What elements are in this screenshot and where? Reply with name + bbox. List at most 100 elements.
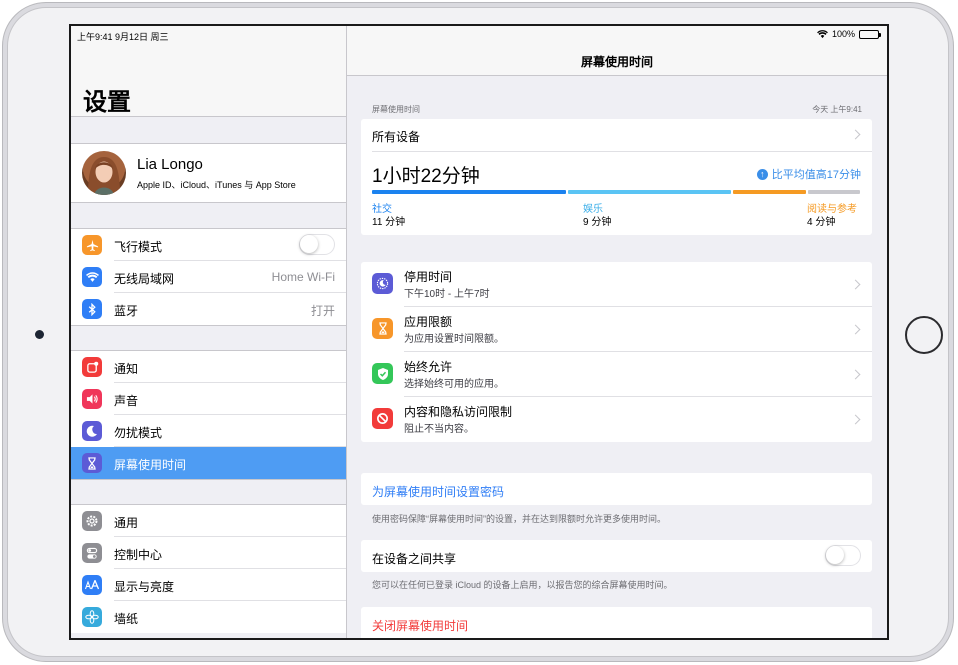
sidebar-group-notifications: 通知 声音 勿扰模式 屏幕使用时间 xyxy=(71,350,346,480)
switches-icon xyxy=(82,543,102,563)
sidebar-item-notifications[interactable]: 通知 xyxy=(71,351,346,383)
option-content-privacy[interactable]: 内容和隐私访问限制 阻止不当内容。 xyxy=(361,397,872,442)
turn-off-screen-time-button[interactable]: 关闭屏幕使用时间 xyxy=(372,617,468,634)
avatar xyxy=(82,151,126,195)
usage-bar-entertainment xyxy=(568,190,731,194)
prohibited-icon xyxy=(372,408,393,429)
usage-bar-other xyxy=(808,190,860,194)
notifications-icon xyxy=(82,357,102,377)
option-title: 内容和隐私访问限制 xyxy=(404,405,513,419)
sidebar-item-sounds[interactable]: 声音 xyxy=(71,383,346,415)
battery-percent: 100% xyxy=(831,29,855,39)
passcode-footer: 使用密码保障“屏幕使用时间”的设置，并在达到限额时允许更多使用时间。 xyxy=(372,514,666,524)
category-time-reading: 4 分钟 xyxy=(807,217,836,228)
downtime-icon xyxy=(372,273,393,294)
divider xyxy=(71,116,346,117)
option-subtitle: 选择始终可用的应用。 xyxy=(404,379,504,390)
chevron-right-icon xyxy=(850,129,861,140)
sidebar-item-display-brightness[interactable]: 显示与亮度 xyxy=(71,569,346,601)
usage-bar-social xyxy=(372,190,566,194)
section-timestamp: 今天 上午9:41 xyxy=(812,105,862,114)
option-title: 停用时间 xyxy=(404,270,453,284)
sidebar-item-wifi[interactable]: 无线局域网 Home Wi-Fi xyxy=(71,261,346,293)
all-devices-label: 所有设备 xyxy=(372,130,421,144)
sidebar-item-label: 屏幕使用时间 xyxy=(114,458,187,472)
screen-time-options: 停用时间 下午10时 - 上午7时 应用限额 为应用设置时间限额。 始终允许 选… xyxy=(361,262,872,442)
sidebar-item-do-not-disturb[interactable]: 勿扰模式 xyxy=(71,415,346,447)
flower-icon xyxy=(82,607,102,627)
option-subtitle: 下午10时 - 上午7时 xyxy=(404,289,490,300)
all-devices-row[interactable]: 所有设备 xyxy=(361,119,872,151)
set-passcode-link[interactable]: 为屏幕使用时间设置密码 xyxy=(372,483,504,500)
share-across-devices-cell: 在设备之间共享 xyxy=(361,540,872,572)
wifi-status-icon xyxy=(817,29,828,38)
option-app-limits[interactable]: 应用限额 为应用设置时间限额。 xyxy=(361,307,872,352)
battery-icon xyxy=(859,29,881,39)
sidebar-item-screen-time[interactable]: 屏幕使用时间 xyxy=(71,447,346,479)
sidebar-item-label: 声音 xyxy=(114,394,139,408)
usage-bar-reading xyxy=(733,190,806,194)
passcode-cell[interactable]: 为屏幕使用时间设置密码 xyxy=(361,473,872,505)
chevron-right-icon xyxy=(850,414,861,425)
hourglass-icon xyxy=(82,453,102,473)
average-comparison-text: 比平均值高17分钟 xyxy=(771,169,861,181)
option-downtime[interactable]: 停用时间 下午10时 - 上午7时 xyxy=(361,262,872,307)
sidebar-item-label: 蓝牙 xyxy=(114,304,139,318)
total-usage-time: 1小时22分钟 xyxy=(372,166,480,187)
option-title: 始终允许 xyxy=(404,360,453,374)
option-subtitle: 为应用设置时间限额。 xyxy=(404,334,504,345)
wifi-network-value: Home Wi-Fi xyxy=(271,270,335,284)
sidebar-item-airplane-mode[interactable]: 飞行模式 xyxy=(71,229,346,261)
profile-name: Lia Longo xyxy=(137,156,203,173)
apple-id-profile[interactable]: Lia Longo Apple ID、iCloud、iTunes 与 App S… xyxy=(71,143,346,203)
home-button[interactable] xyxy=(905,316,943,354)
airplane-mode-toggle[interactable] xyxy=(299,234,335,255)
speaker-icon xyxy=(82,389,102,409)
chevron-right-icon xyxy=(850,324,861,335)
wifi-icon xyxy=(82,267,102,287)
category-time-social: 11 分钟 xyxy=(372,217,406,228)
screen: 上午9:41 9月12日 周三 100% 设置 Lia Longo Apple … xyxy=(69,24,889,640)
gear-icon xyxy=(82,511,102,531)
sidebar-item-bluetooth[interactable]: 蓝牙 打开 xyxy=(71,293,346,325)
profile-subtitle: Apple ID、iCloud、iTunes 与 App Store xyxy=(137,180,296,190)
average-comparison: ↑ 比平均值高17分钟 xyxy=(756,166,861,182)
hourglass-icon xyxy=(372,318,393,339)
chevron-right-icon xyxy=(850,279,861,290)
screen-time-panel: 屏幕使用时间 屏幕使用时间 今天 上午9:41 所有设备 1小时22分钟 ↑ 比… xyxy=(347,26,887,638)
sidebar-item-control-center[interactable]: 控制中心 xyxy=(71,537,346,569)
settings-sidebar: 设置 Lia Longo Apple ID、iCloud、iTunes 与 Ap… xyxy=(71,26,347,638)
section-header: 屏幕使用时间 xyxy=(372,105,420,114)
moon-icon xyxy=(82,421,102,441)
chevron-right-icon xyxy=(850,369,861,380)
text-size-icon xyxy=(82,575,102,595)
share-across-devices-toggle[interactable] xyxy=(825,545,861,566)
sidebar-item-label: 通知 xyxy=(114,362,139,376)
share-across-devices-label: 在设备之间共享 xyxy=(372,552,457,566)
bluetooth-icon xyxy=(82,299,102,319)
sidebar-group-connectivity: 飞行模式 无线局域网 Home Wi-Fi 蓝牙 打开 xyxy=(71,228,346,326)
sidebar-item-label: 无线局域网 xyxy=(114,272,175,286)
share-footer: 您可以在任何已登录 iCloud 的设备上启用，以报告您的综合屏幕使用时间。 xyxy=(372,580,673,590)
sidebar-title: 设置 xyxy=(83,89,131,116)
option-title: 应用限额 xyxy=(404,315,453,329)
sidebar-item-label: 墙纸 xyxy=(114,612,139,626)
sidebar-item-label: 通用 xyxy=(114,516,139,530)
sidebar-item-label: 勿扰模式 xyxy=(114,426,163,440)
front-camera xyxy=(35,330,44,339)
status-bar: 上午9:41 9月12日 周三 100% xyxy=(71,26,887,44)
airplane-icon xyxy=(82,235,102,255)
sidebar-item-general[interactable]: 通用 xyxy=(71,505,346,537)
turn-off-cell[interactable]: 关闭屏幕使用时间 xyxy=(361,607,872,638)
sidebar-item-wallpaper[interactable]: 墙纸 xyxy=(71,601,346,633)
option-always-allowed[interactable]: 始终允许 选择始终可用的应用。 xyxy=(361,352,872,397)
usage-summary-card: 所有设备 1小时22分钟 ↑ 比平均值高17分钟 社交 11 分钟 娱乐 9 分… xyxy=(361,119,872,235)
checkmark-icon xyxy=(372,363,393,384)
option-subtitle: 阻止不当内容。 xyxy=(404,424,474,435)
arrow-up-icon: ↑ xyxy=(756,168,768,180)
bluetooth-status-value: 打开 xyxy=(310,304,335,318)
page-title: 屏幕使用时间 xyxy=(580,55,653,69)
usage-detail-area[interactable]: 1小时22分钟 ↑ 比平均值高17分钟 社交 11 分钟 娱乐 9 分钟 阅读与… xyxy=(361,152,872,235)
sidebar-group-general: 通用 控制中心 显示与亮度 墙纸 xyxy=(71,504,346,633)
sidebar-item-label: 飞行模式 xyxy=(114,240,163,254)
